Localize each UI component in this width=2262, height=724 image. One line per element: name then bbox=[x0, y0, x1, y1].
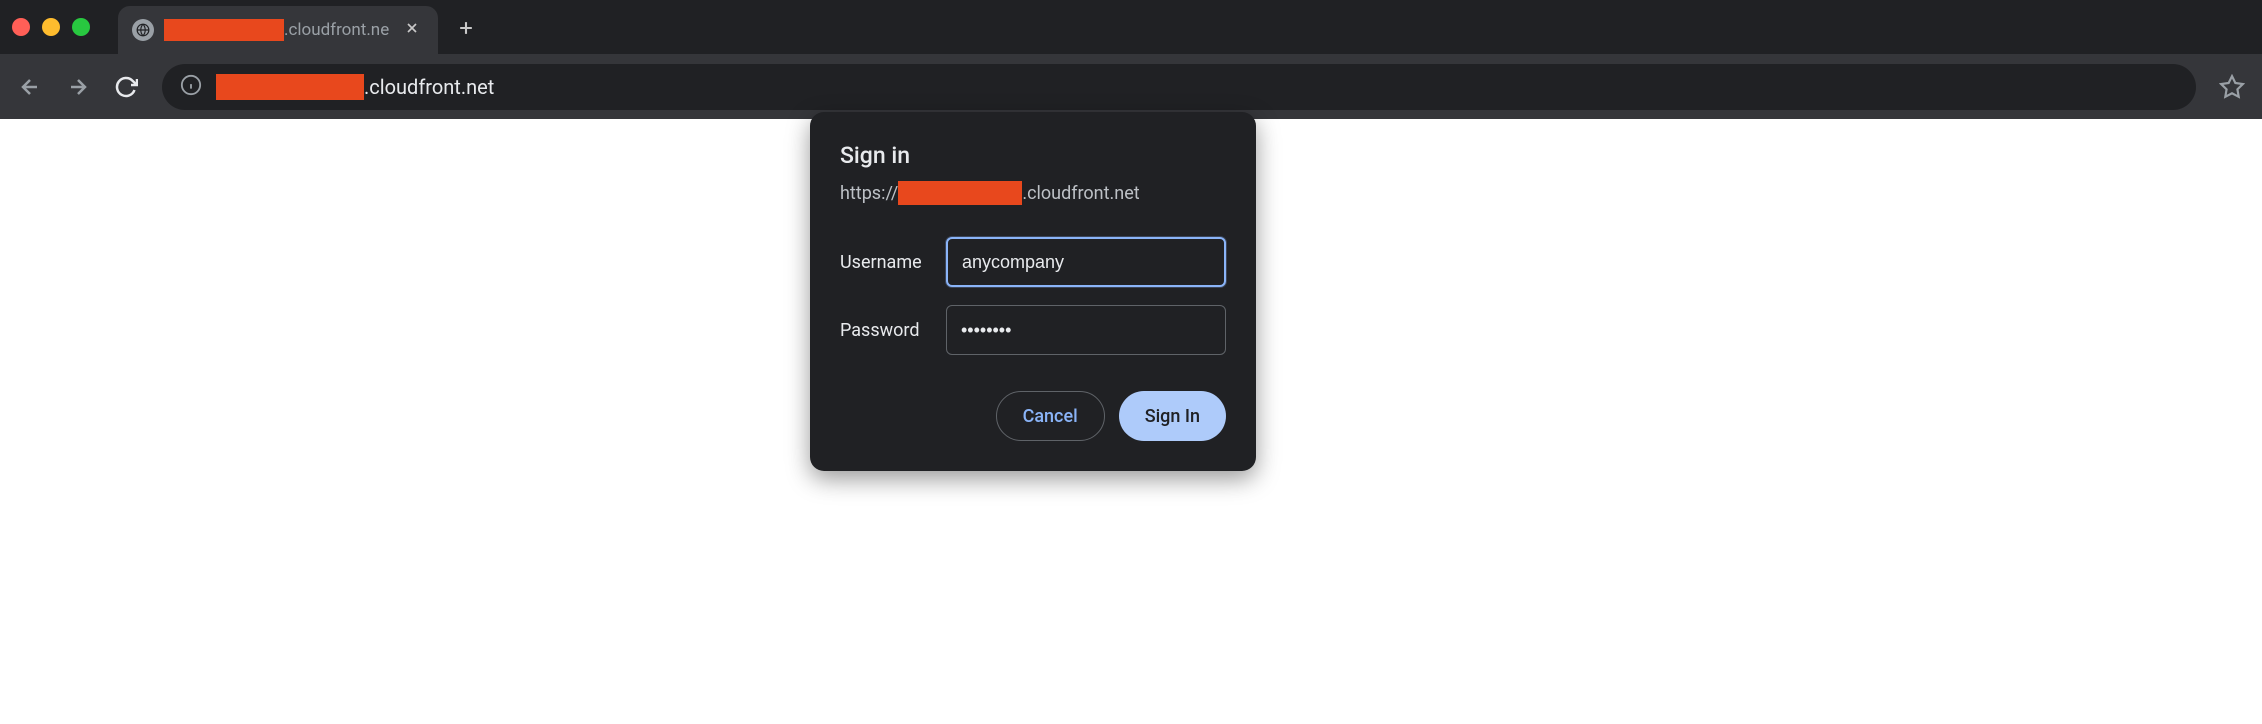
tab-title-suffix: .cloudfront.ne bbox=[284, 20, 389, 40]
close-icon[interactable] bbox=[400, 16, 424, 45]
toolbar: .cloudfront.net bbox=[0, 54, 2262, 119]
reload-button[interactable] bbox=[106, 67, 146, 107]
page-content: Sign in https:// .cloudfront.net Usernam… bbox=[0, 119, 2262, 724]
password-row: Password bbox=[840, 305, 1226, 355]
globe-icon bbox=[132, 19, 154, 41]
window-controls bbox=[12, 18, 90, 36]
redacted-block bbox=[898, 181, 1022, 205]
new-tab-button[interactable] bbox=[438, 15, 494, 45]
password-label: Password bbox=[840, 320, 928, 341]
forward-button[interactable] bbox=[58, 67, 98, 107]
url-suffix: .cloudfront.net bbox=[364, 75, 494, 99]
window-close-button[interactable] bbox=[12, 18, 30, 36]
browser-chrome: .cloudfront.ne .cloudfront.net bbox=[0, 0, 2262, 119]
dialog-title: Sign in bbox=[840, 142, 1226, 169]
password-field[interactable] bbox=[946, 305, 1226, 355]
url-display: .cloudfront.net bbox=[216, 74, 2178, 100]
info-icon[interactable] bbox=[180, 74, 202, 100]
dialog-actions: Cancel Sign In bbox=[840, 391, 1226, 441]
signin-button[interactable]: Sign In bbox=[1119, 391, 1226, 441]
origin-suffix: .cloudfront.net bbox=[1022, 183, 1139, 204]
tab-bar: .cloudfront.ne bbox=[0, 0, 2262, 54]
redacted-block bbox=[216, 74, 364, 100]
window-minimize-button[interactable] bbox=[42, 18, 60, 36]
back-button[interactable] bbox=[10, 67, 50, 107]
browser-tab[interactable]: .cloudfront.ne bbox=[118, 6, 438, 54]
auth-dialog: Sign in https:// .cloudfront.net Usernam… bbox=[810, 112, 1256, 471]
cancel-button[interactable]: Cancel bbox=[996, 391, 1105, 441]
dialog-origin: https:// .cloudfront.net bbox=[840, 181, 1226, 205]
username-row: Username bbox=[840, 237, 1226, 287]
bookmark-button[interactable] bbox=[2212, 67, 2252, 107]
username-label: Username bbox=[840, 252, 928, 273]
redacted-block bbox=[164, 19, 284, 41]
window-maximize-button[interactable] bbox=[72, 18, 90, 36]
address-bar[interactable]: .cloudfront.net bbox=[162, 64, 2196, 110]
username-field[interactable] bbox=[946, 237, 1226, 287]
origin-prefix: https:// bbox=[840, 183, 898, 204]
tab-title: .cloudfront.ne bbox=[164, 19, 390, 41]
